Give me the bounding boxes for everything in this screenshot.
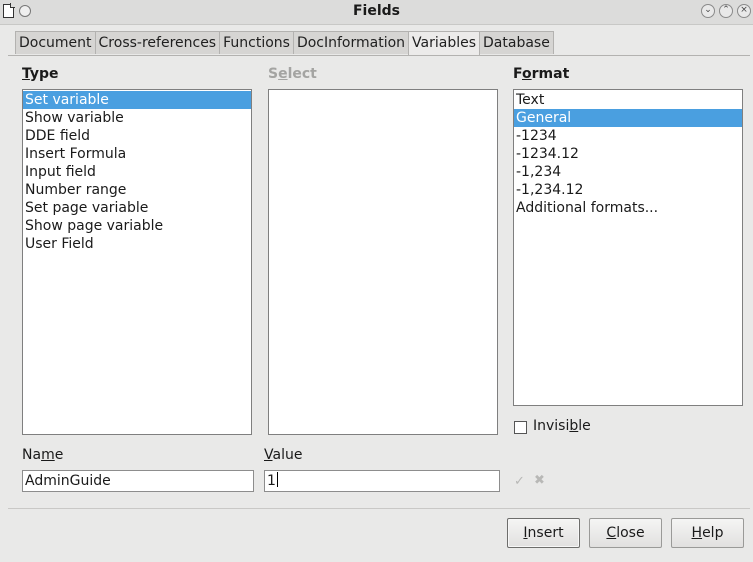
list-item[interactable]: DDE field [23,127,251,145]
minimize-icon[interactable]: ⌄ [701,4,715,18]
list-item[interactable]: -1,234 [514,163,742,181]
list-item[interactable]: Set page variable [23,199,251,217]
select-list[interactable] [268,89,498,435]
format-label: Format [513,66,570,82]
type-list[interactable]: Set variable Show variable DDE field Ins… [22,89,252,435]
list-item[interactable]: Set variable [23,91,251,109]
name-label: Name [22,447,64,463]
value-label: Value [264,447,303,463]
close-button[interactable]: Close [589,518,662,548]
separator [8,508,750,509]
format-list[interactable]: Text General -1234 -1234.12 -1,234 -1,23… [513,89,743,406]
type-label: Type [22,66,59,82]
maximize-icon[interactable]: ⌃ [719,4,733,18]
delete-icon[interactable]: ✖ [534,473,545,488]
fields-dialog: Fields ⌄ ⌃ × Document Cross-references F… [0,0,753,562]
apply-icon[interactable]: ✓ [514,474,525,489]
select-label: Select [268,66,317,82]
tab-variables[interactable]: Variables [408,31,481,55]
help-button[interactable]: Help [671,518,744,548]
list-item[interactable]: Input field [23,163,251,181]
list-item[interactable]: -1234 [514,127,742,145]
insert-button[interactable]: Insert [507,518,580,548]
list-item[interactable]: -1234.12 [514,145,742,163]
tab-functions[interactable]: Functions [219,31,294,54]
name-field[interactable]: AdminGuide [22,470,254,492]
close-icon[interactable]: × [737,4,751,18]
list-item[interactable]: Insert Formula [23,145,251,163]
window-title: Fields [352,3,400,19]
list-item[interactable]: Show variable [23,109,251,127]
tab-bar: Document Cross-references Functions DocI… [15,31,554,55]
list-item[interactable]: Number range [23,181,251,199]
tab-cross-references[interactable]: Cross-references [94,31,221,54]
tab-database[interactable]: Database [479,31,554,54]
invisible-checkbox[interactable] [514,421,527,434]
list-item[interactable]: Show page variable [23,217,251,235]
list-item[interactable]: -1,234.12 [514,181,742,199]
list-item[interactable]: General [514,109,742,127]
list-item[interactable]: Text [514,91,742,109]
list-item[interactable]: Additional formats... [514,199,742,217]
list-item[interactable]: User Field [23,235,251,253]
text-caret [276,472,278,487]
tab-document[interactable]: Document [15,31,96,54]
invisible-label[interactable]: Invisible [533,418,591,434]
title-bar: Fields ⌄ ⌃ × [0,0,753,25]
value-field[interactable]: 1 [264,470,500,492]
tab-docinformation[interactable]: DocInformation [292,31,410,54]
